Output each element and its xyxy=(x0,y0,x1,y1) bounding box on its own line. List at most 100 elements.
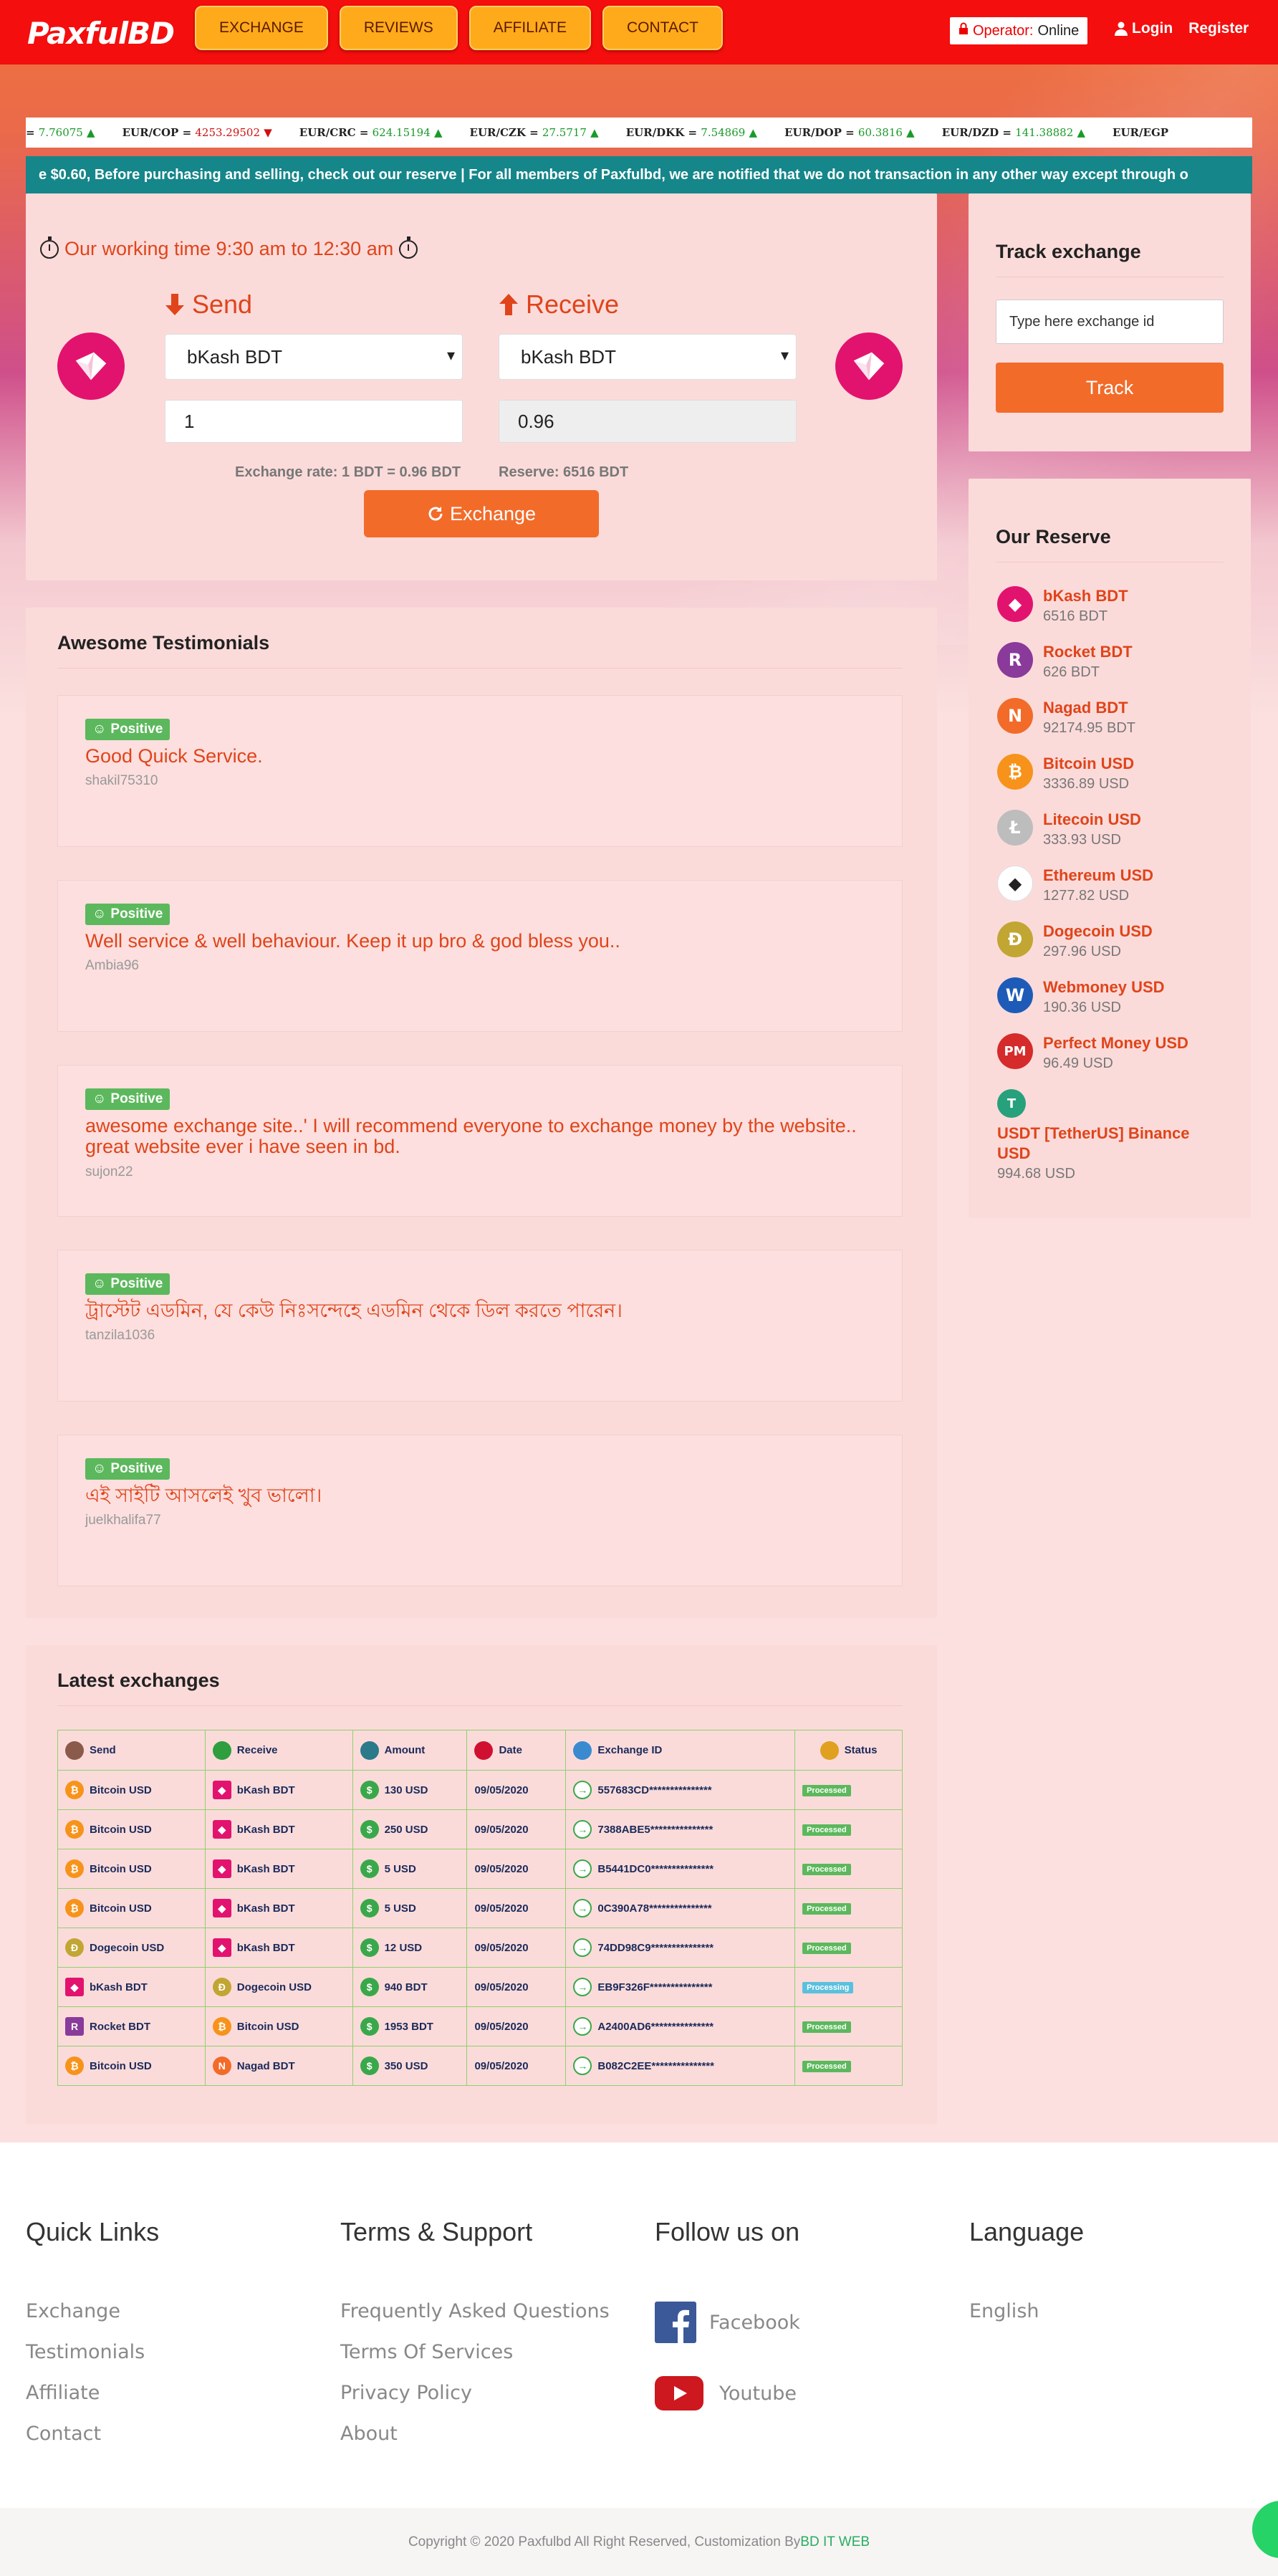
reserve-name: Bitcoin USD xyxy=(1043,755,1135,772)
testimonial-user: tanzila1036 xyxy=(85,1328,155,1343)
table-header-exchange-id: Exchange ID xyxy=(565,1730,796,1771)
status-badge: Processed xyxy=(802,1824,851,1836)
reserve-item[interactable]: PM Perfect Money USD 96.49 USD xyxy=(997,1033,1188,1073)
track-button[interactable]: Track xyxy=(996,363,1224,413)
table-row: ₿ Bitcoin USD ◆ bKash BDT $130 USD 09/05/2020… xyxy=(57,1770,903,1810)
testimonial-text: awesome exchange site..' I will recommen… xyxy=(85,1115,857,1157)
footer-link-privacy[interactable]: Privacy Policy xyxy=(340,2382,472,2404)
reserve-item[interactable]: W Webmoney USD 190.36 USD xyxy=(997,977,1165,1018)
reserve-name: Rocket BDT xyxy=(1043,643,1133,661)
reserve-value: 190.36 USD xyxy=(1043,1000,1121,1015)
footer-link-about[interactable]: About xyxy=(340,2423,398,2445)
track-exchange-card: Track exchange Type here exchange id Tra… xyxy=(969,193,1251,451)
footer-link-terms[interactable]: Terms Of Services xyxy=(340,2341,513,2363)
cell-exchange-id: 0C390A78*************** xyxy=(597,1902,712,1915)
arrow-right-circle-icon: → xyxy=(573,1938,592,1957)
arrow-down-icon: ▼ xyxy=(260,126,272,139)
dollar-icon: $ xyxy=(360,1978,379,1996)
testimonials-title: Awesome Testimonials xyxy=(57,632,270,653)
reserve-item[interactable]: T USDT [TetherUS] Binance USD 994.68 USD xyxy=(997,1089,1212,1184)
currency-ticker: = 7.76075 ▲ EUR/COP = 4253.29502 ▼ EUR/CRC… xyxy=(26,118,1252,148)
nav-affiliate[interactable]: AFFILIATE xyxy=(469,6,592,50)
arrow-up-icon: ▲ xyxy=(902,126,915,139)
send-label-text: Send xyxy=(192,289,253,319)
cell-send: Bitcoin USD xyxy=(90,1783,152,1796)
reserve-item[interactable]: ◆ Ethereum USD 1277.82 USD xyxy=(997,866,1153,906)
footer-link-contact[interactable]: Contact xyxy=(26,2423,101,2445)
send-amount-input[interactable]: 1 xyxy=(165,400,463,443)
latest-exchanges-card: Latest exchanges Send Receive Amount Date Ex… xyxy=(26,1645,937,2124)
reserve-name: USDT [TetherUS] Binance USD xyxy=(997,1124,1190,1162)
ticker-pair: EUR/DOP xyxy=(784,126,842,139)
arrow-down-icon xyxy=(165,294,184,315)
register-link[interactable]: Register xyxy=(1188,20,1249,37)
nav-exchange[interactable]: EXCHANGE xyxy=(195,6,328,50)
date-icon xyxy=(474,1741,494,1760)
ticker-pair: EUR/DKK xyxy=(625,126,685,139)
table-row: ₿ Bitcoin USD ◆ bKash BDT $250 USD 09/05/2020… xyxy=(57,1809,903,1849)
status-badge: Processed xyxy=(802,1943,851,1954)
testimonial-item: ☺ Positive এই সাইটি আসলেই খুব ভালো। juelkha… xyxy=(57,1435,903,1586)
reserve-value: 6516 BDT xyxy=(1043,608,1108,624)
reserve-amount: Reserve: 6516 BDT xyxy=(499,464,629,480)
exchange-button[interactable]: Exchange xyxy=(364,490,599,537)
header-label: Status xyxy=(844,1744,878,1756)
receive-gateway-select[interactable]: bKash BDT xyxy=(499,334,797,380)
reserve-item[interactable]: R Rocket BDT 626 BDT xyxy=(997,642,1133,682)
footer-link-exchange[interactable]: Exchange xyxy=(26,2300,120,2322)
operator-status-badge: Operator: Online xyxy=(950,17,1088,44)
nav-contact[interactable]: CONTACT xyxy=(602,6,723,50)
header-label: Date xyxy=(499,1744,522,1756)
stopwatch-icon xyxy=(40,236,59,259)
ticker-item: EUR/DZD = 141.38882 ▲ xyxy=(941,126,1086,139)
reserve-item[interactable]: Ð Dogecoin USD 297.96 USD xyxy=(997,921,1153,962)
language-english[interactable]: English xyxy=(969,2300,1039,2322)
youtube-label: Youtube xyxy=(719,2382,797,2405)
cell-receive: bKash BDT xyxy=(236,1902,295,1915)
reserve-item[interactable]: ₿ Bitcoin USD 3336.89 USD xyxy=(997,754,1134,794)
reserve-value: 1277.82 USD xyxy=(1043,888,1130,904)
send-icon xyxy=(65,1741,84,1760)
track-id-input[interactable]: Type here exchange id xyxy=(996,300,1224,344)
cell-exchange-id: 74DD98C9*************** xyxy=(597,1941,714,1954)
testimonial-item: ☺ Positive Good Quick Service. shakil75310 xyxy=(57,695,903,847)
reserve-name: Webmoney USD xyxy=(1043,978,1165,996)
ticker-value: 624.15194 xyxy=(372,126,431,139)
smile-icon: ☺ xyxy=(92,1276,107,1291)
footer-quick-links: Quick Links xyxy=(26,2217,159,2247)
footer-heading: Quick Links xyxy=(26,2217,160,2246)
status-badge: Processed xyxy=(802,2021,851,2033)
arrow-right-circle-icon: → xyxy=(573,1820,592,1839)
footer-link-affiliate[interactable]: Affiliate xyxy=(26,2382,100,2404)
reserve-item[interactable]: N Nagad BDT 92174.95 BDT xyxy=(997,698,1135,738)
ethereum-icon: ◆ xyxy=(997,866,1033,901)
rocket-icon: R xyxy=(997,642,1033,678)
credit-link[interactable]: BD IT WEB xyxy=(800,2534,870,2550)
footer-facebook-link[interactable]: Facebook xyxy=(655,2302,800,2343)
cell-amount: 130 USD xyxy=(384,1783,428,1796)
receive-amount-input[interactable]: 0.96 xyxy=(499,400,797,443)
nav-reviews[interactable]: REVIEWS xyxy=(339,6,458,50)
ticker-value: 7.54869 xyxy=(701,126,746,139)
badge-label: Positive xyxy=(110,1461,163,1476)
bkash-icon: ◆ xyxy=(212,1859,231,1878)
reserve-item[interactable]: ◆ bKash BDT 6516 BDT xyxy=(997,586,1128,626)
footer-youtube-link[interactable]: Youtube xyxy=(655,2376,797,2410)
dollar-icon: $ xyxy=(360,1899,379,1917)
reserve-item[interactable]: Ł Litecoin USD 333.93 USD xyxy=(997,810,1141,850)
send-gateway-select[interactable]: bKash BDT xyxy=(165,334,463,380)
login-link[interactable]: Login xyxy=(1115,20,1173,37)
reserve-name: Nagad BDT xyxy=(1043,699,1128,717)
reserve-value: 297.96 USD xyxy=(1043,944,1121,959)
nagad-icon: N xyxy=(997,698,1033,734)
divider xyxy=(57,668,903,669)
footer-link-faq[interactable]: Frequently Asked Questions xyxy=(340,2300,610,2322)
cell-receive: bKash BDT xyxy=(236,1823,295,1836)
site-logo[interactable]: PaxfulBD xyxy=(27,16,175,51)
ticker-pair: EUR/EGP xyxy=(1113,126,1169,139)
footer-link-testimonials[interactable]: Testimonials xyxy=(26,2341,145,2363)
dollar-icon: $ xyxy=(360,1938,379,1957)
dogecoin-icon: Ð xyxy=(65,1938,84,1957)
positive-badge: ☺ Positive xyxy=(85,719,170,740)
ticker-pair: EUR/DZD xyxy=(941,126,999,139)
